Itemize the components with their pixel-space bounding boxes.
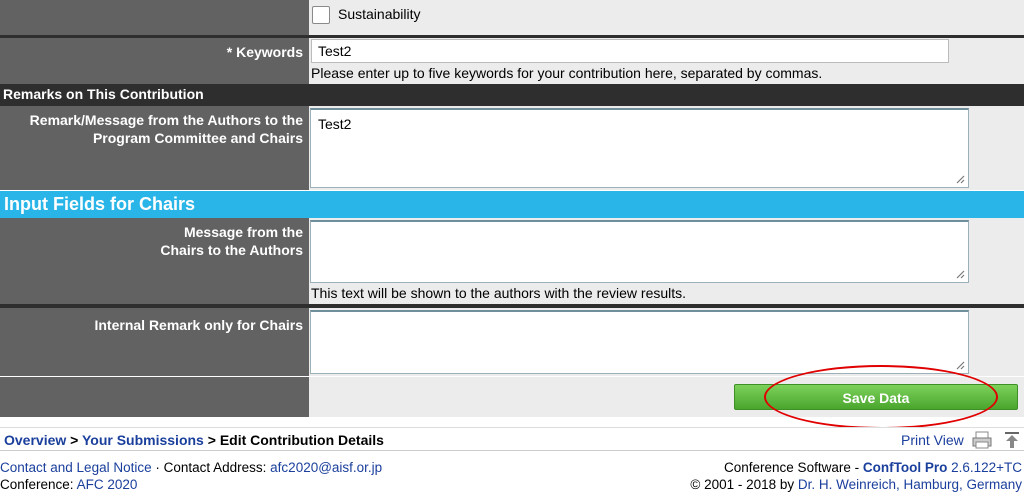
keywords-hint: Please enter up to five keywords for you… [311,65,823,81]
resize-grip-icon[interactable] [955,174,965,184]
sustainability-label-cell [0,0,309,35]
chairs-section-header: Input Fields for Chairs [0,191,1024,218]
sustainability-field-cell: Sustainability [309,0,1024,35]
remarks-section-header: Remarks on This Contribution [0,84,1024,106]
chairs-message-label: Message from the Chairs to the Authors [0,218,309,304]
breadcrumb-overview-link[interactable]: Overview [4,432,66,448]
remarks-section-title: Remarks on This Contribution [3,86,204,102]
scroll-to-top-icon[interactable] [1004,431,1020,449]
resize-grip-icon[interactable] [955,360,965,370]
internal-remark-label: Internal Remark only for Chairs [0,308,309,376]
chairs-message-field-cell: This text will be shown to the authors w… [309,218,1024,304]
sustainability-label: Sustainability [338,6,421,22]
resize-grip-icon[interactable] [955,269,965,279]
footer-right-line1: Conference Software - ConfTool Pro 2.6.1… [724,460,1022,475]
footer-right-line2: © 2001 - 2018 by Dr. H. Weinreich, Hambu… [690,477,1022,492]
remark-label: Remark/Message from the Authors to the P… [0,106,309,190]
sustainability-checkbox[interactable] [312,6,330,24]
conference-link[interactable]: AFC 2020 [77,477,138,492]
chairs-message-textarea[interactable] [310,220,969,283]
software-label: Conference Software - [724,460,863,475]
conftool-link[interactable]: ConfTool Pro [863,460,947,475]
printer-icon[interactable] [972,431,992,449]
chairs-section-title: Input Fields for Chairs [4,194,196,214]
software-version: 2.6.122+TC [947,460,1022,475]
conference-label: Conference: [0,477,77,492]
save-row-label-cell [0,377,309,417]
breadcrumb-current: Edit Contribution Details [219,432,384,448]
remark-textarea-value: Test2 [318,116,352,132]
breadcrumb-submissions-link[interactable]: Your Submissions [82,432,204,448]
footer-left-line1: Contact and Legal Notice · Contact Addre… [0,460,382,475]
remark-field-cell: Test2 [309,106,1024,190]
contact-email-link[interactable]: afc2020@aisf.or.jp [270,460,382,475]
breadcrumb: Overview > Your Submissions > Edit Contr… [0,427,1024,451]
copyright-text: © 2001 - 2018 by [690,477,798,492]
keywords-input[interactable]: Test2 [311,39,949,63]
keywords-input-value: Test2 [318,43,352,59]
chairs-message-hint: This text will be shown to the authors w… [311,285,687,301]
remark-textarea[interactable]: Test2 [310,108,969,188]
highlight-ellipse [764,365,998,429]
contact-legal-link[interactable]: Contact and Legal Notice [0,460,152,475]
footer-left-line2: Conference: AFC 2020 [0,477,137,492]
author-link[interactable]: Dr. H. Weinreich, Hamburg, Germany [798,477,1022,492]
breadcrumb-separator: > [66,432,82,448]
print-view-link[interactable]: Print View [901,432,964,448]
breadcrumb-separator: > [203,432,220,448]
contact-address-label: · Contact Address: [151,460,271,475]
keywords-field-cell: Test2 Please enter up to five keywords f… [309,38,1024,84]
keywords-label: * Keywords [0,38,309,84]
